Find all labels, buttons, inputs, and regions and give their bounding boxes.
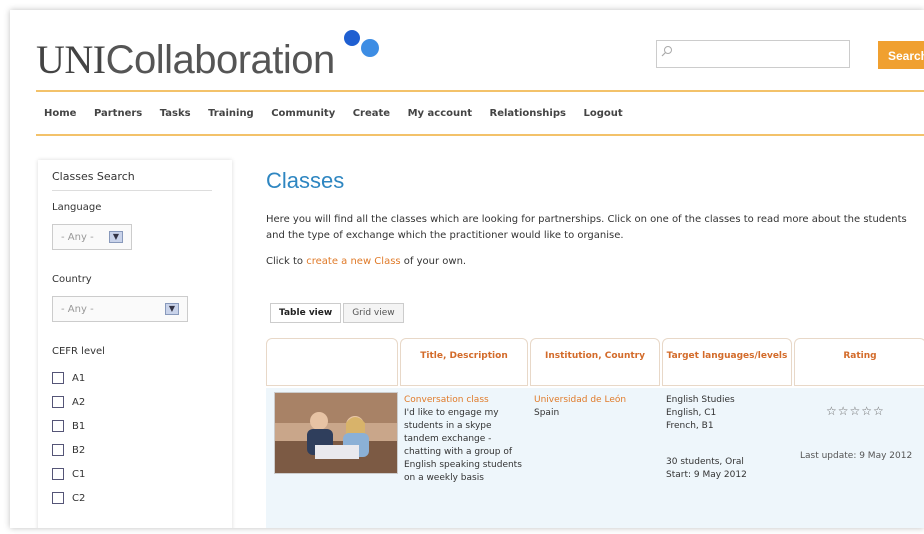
page-frame: UNICollaboration Search Home Partners Ta… xyxy=(10,10,924,528)
column-header-title[interactable]: Title, Description xyxy=(400,338,528,386)
target-line-3: French, B1 xyxy=(666,421,714,431)
site-logo[interactable]: UNICollaboration xyxy=(36,36,335,83)
target-line-2: English, C1 xyxy=(666,408,717,418)
classes-search-sidebar: Classes Search Language - Any - ▼ Countr… xyxy=(38,160,232,528)
students-photo-icon xyxy=(275,393,397,473)
nav-item-partners[interactable]: Partners xyxy=(94,108,142,119)
sidebar-title: Classes Search xyxy=(52,170,135,183)
nav-item-relationships[interactable]: Relationships xyxy=(490,108,566,119)
search-icon xyxy=(661,46,672,57)
sidebar-divider xyxy=(52,190,212,191)
target-line-4: 30 students, Oral xyxy=(666,457,744,467)
language-label: Language xyxy=(52,202,102,213)
nav-item-my-account[interactable]: My account xyxy=(408,108,472,119)
nav-item-logout[interactable]: Logout xyxy=(583,108,622,119)
create-class-line: Click to create a new Class of your own. xyxy=(266,256,467,267)
cefr-checkbox-c2[interactable]: C2 xyxy=(52,492,232,506)
cefr-label: CEFR level xyxy=(52,346,105,357)
create-class-link[interactable]: create a new Class xyxy=(306,256,400,267)
country-label: Country xyxy=(52,274,92,285)
cefr-checkbox-c1[interactable]: C1 xyxy=(52,468,232,482)
checkbox-icon[interactable] xyxy=(52,492,64,504)
institution-country: Spain xyxy=(534,408,560,418)
cefr-checkbox-a1[interactable]: A1 xyxy=(52,372,232,386)
class-description: I'd like to engage my students in a skyp… xyxy=(404,408,522,483)
table-row[interactable]: Conversation class I'd like to engage my… xyxy=(266,388,924,528)
view-tabs: Table view Grid view xyxy=(270,300,406,323)
tab-grid-view[interactable]: Grid view xyxy=(343,303,404,323)
target-line-5: Start: 9 May 2012 xyxy=(666,470,747,480)
nav-item-training[interactable]: Training xyxy=(208,108,254,119)
chevron-down-icon: ▼ xyxy=(165,303,179,315)
main-nav: Home Partners Tasks Training Community C… xyxy=(44,108,637,119)
column-header-image xyxy=(266,338,398,386)
target-line-1: English Studies xyxy=(666,395,735,405)
nav-bottom-divider xyxy=(36,134,924,136)
chevron-down-icon: ▼ xyxy=(109,231,123,243)
class-thumbnail[interactable] xyxy=(274,392,398,474)
nav-item-create[interactable]: Create xyxy=(353,108,390,119)
nav-item-home[interactable]: Home xyxy=(44,108,76,119)
class-title-link[interactable]: Conversation class xyxy=(404,394,528,407)
rating-stars-icon[interactable]: ☆☆☆☆☆ xyxy=(826,404,885,418)
checkbox-icon[interactable] xyxy=(52,444,64,456)
nav-item-community[interactable]: Community xyxy=(271,108,335,119)
nav-item-tasks[interactable]: Tasks xyxy=(160,108,191,119)
cefr-checkbox-b2[interactable]: B2 xyxy=(52,444,232,458)
tab-table-view[interactable]: Table view xyxy=(270,303,342,323)
column-header-rating[interactable]: Rating xyxy=(794,338,924,386)
checkbox-icon[interactable] xyxy=(52,468,64,480)
checkbox-icon[interactable] xyxy=(52,396,64,408)
column-header-target[interactable]: Target languages/levels xyxy=(662,338,792,386)
checkbox-icon[interactable] xyxy=(52,372,64,384)
intro-text: Here you will find all the classes which… xyxy=(266,214,907,241)
cefr-checkbox-b1[interactable]: B1 xyxy=(52,420,232,434)
nav-top-divider xyxy=(36,90,924,92)
logo-dots-icon xyxy=(344,30,379,57)
institution-link[interactable]: Universidad de León xyxy=(534,394,660,407)
cefr-checkbox-a2[interactable]: A2 xyxy=(52,396,232,410)
country-select[interactable]: - Any - ▼ xyxy=(52,296,188,322)
column-header-institution[interactable]: Institution, Country xyxy=(530,338,660,386)
search-input[interactable] xyxy=(656,40,850,68)
search-button[interactable]: Search xyxy=(878,41,924,69)
checkbox-icon[interactable] xyxy=(52,420,64,432)
page-title: Classes xyxy=(266,168,345,193)
language-select[interactable]: - Any - ▼ xyxy=(52,224,132,250)
last-update: Last update: 9 May 2012 xyxy=(800,451,913,461)
